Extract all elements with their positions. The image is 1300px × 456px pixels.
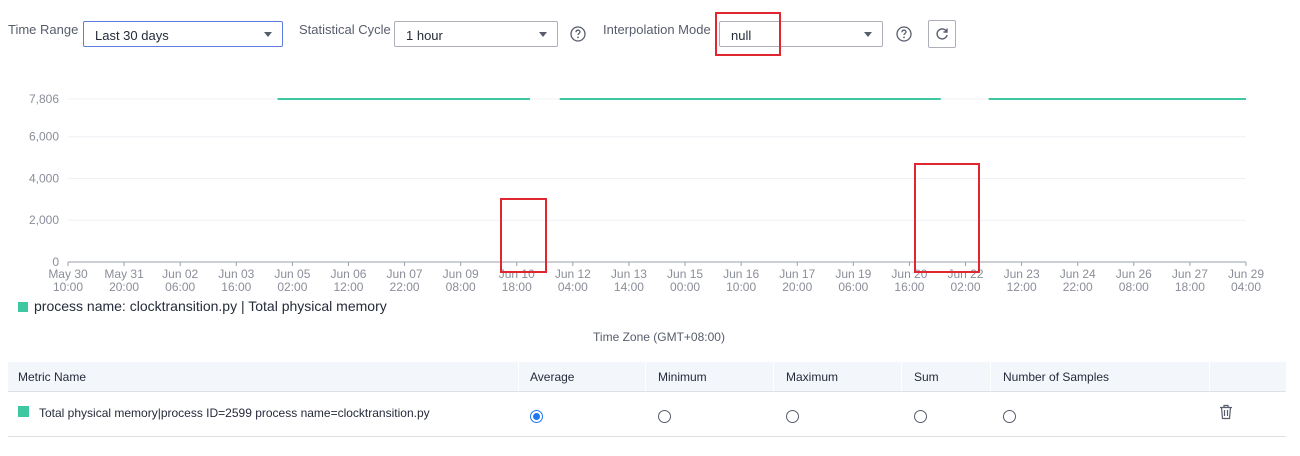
y-tick-label: 2,000 [29,213,59,227]
x-tick-label: Jun 15 [667,267,703,281]
x-tick-label: Jun 12 [555,267,591,281]
statistical-cycle-label: Statistical Cycle [299,22,391,37]
col-maximum: Maximum [786,370,839,384]
interpolation-mode-label: Interpolation Mode [603,22,711,37]
x-tick-label: 02:00 [951,280,981,294]
col-minimum: Minimum [658,370,707,384]
chevron-down-icon [264,32,272,37]
column-divider [990,362,991,391]
highlight-box [500,198,547,273]
x-tick-label: 10:00 [53,280,83,294]
x-tick-label: Jun 17 [779,267,815,281]
time-range-select[interactable]: Last 30 days [83,21,283,47]
metric-name: Total physical memory|process ID=2599 pr… [39,406,430,420]
y-tick-label: 4,000 [29,171,59,185]
col-number-of-samples: Number of Samples [1003,370,1110,384]
x-tick-label: Jun 07 [387,267,423,281]
x-tick-label: 22:00 [390,280,420,294]
x-tick-label: 08:00 [446,280,476,294]
sum-radio[interactable] [914,410,927,423]
column-divider [518,362,519,391]
help-icon[interactable] [570,26,586,42]
maximum-radio[interactable] [786,410,799,423]
help-icon[interactable] [896,26,912,42]
highlight-box [715,12,781,56]
y-tick-label: 6,000 [29,130,59,144]
x-tick-label: 18:00 [502,280,532,294]
number-of-samples-radio[interactable] [1003,410,1016,423]
x-tick-label: Jun 29 [1228,267,1264,281]
minimum-radio[interactable] [658,410,671,423]
x-tick-label: 12:00 [1007,280,1037,294]
x-tick-label: 12:00 [333,280,363,294]
col-average: Average [530,370,575,384]
x-tick-label: 20:00 [109,280,139,294]
chart-legend[interactable]: process name: clocktransition.py | Total… [18,298,387,314]
x-tick-label: 08:00 [1119,280,1149,294]
x-tick-label: 18:00 [1175,280,1205,294]
x-tick-label: Jun 03 [218,267,254,281]
x-tick-label: 16:00 [221,280,251,294]
x-tick-label: Jun 13 [611,267,647,281]
time-zone-label: Time Zone (GMT+08:00) [593,330,725,344]
x-tick-label: Jun 26 [1116,267,1152,281]
statistical-cycle-select[interactable]: 1 hour [394,21,558,47]
col-metric-name: Metric Name [18,370,87,384]
chevron-down-icon [864,32,872,37]
x-tick-label: 00:00 [670,280,700,294]
column-divider [773,362,774,391]
y-tick-label: 7,806 [29,92,59,106]
statistical-cycle-value: 1 hour [406,28,443,43]
x-tick-label: 16:00 [894,280,924,294]
refresh-button[interactable] [928,20,956,48]
x-tick-label: 04:00 [558,280,588,294]
average-radio[interactable] [530,410,543,423]
x-tick-label: Jun 05 [274,267,310,281]
x-tick-label: May 30 [48,267,88,281]
refresh-icon [936,28,948,40]
x-tick-label: 20:00 [782,280,812,294]
x-tick-label: Jun 16 [723,267,759,281]
series-color-swatch [18,406,29,417]
delete-icon[interactable] [1219,404,1233,420]
x-tick-label: 22:00 [1063,280,1093,294]
x-tick-label: Jun 09 [443,267,479,281]
x-tick-label: May 31 [104,267,144,281]
x-tick-label: 04:00 [1231,280,1261,294]
legend-label: process name: clocktransition.py | Total… [34,298,387,314]
x-tick-label: 14:00 [614,280,644,294]
time-range-label: Time Range [8,22,79,37]
x-tick-label: Jun 19 [835,267,871,281]
x-tick-label: 06:00 [165,280,195,294]
column-divider [901,362,902,391]
metrics-table-header: Metric Name Average Minimum Maximum Sum … [8,362,1286,392]
legend-swatch [18,302,28,312]
column-divider [1209,362,1210,391]
memory-line-chart: 02,0004,0006,0007,806May 3010:00May 3120… [29,92,1264,294]
chevron-down-icon [539,32,547,37]
x-tick-label: Jun 27 [1172,267,1208,281]
column-divider [645,362,646,391]
x-tick-label: 02:00 [277,280,307,294]
time-range-value: Last 30 days [95,28,169,43]
x-tick-label: 10:00 [726,280,756,294]
x-tick-label: Jun 24 [1060,267,1096,281]
x-tick-label: Jun 23 [1004,267,1040,281]
x-tick-label: Jun 02 [162,267,198,281]
col-sum: Sum [914,370,939,384]
x-tick-label: 06:00 [838,280,868,294]
table-row: Total physical memory|process ID=2599 pr… [8,391,1286,437]
x-tick-label: Jun 06 [330,267,366,281]
highlight-box [914,163,980,273]
